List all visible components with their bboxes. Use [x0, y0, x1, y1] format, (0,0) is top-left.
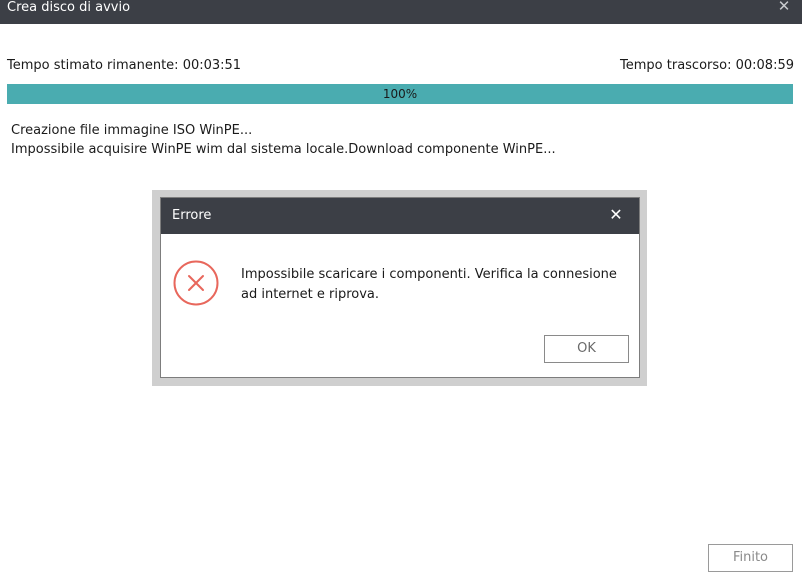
title-bar: Crea disco di avvio ✕	[0, 0, 802, 24]
time-remaining: Tempo stimato rimanente: 00:03:51	[7, 58, 242, 73]
dialog-message: Impossibile scaricare i componenti. Veri…	[241, 267, 617, 302]
boot-disk-window: Crea disco di avvio ✕ Tempo stimato rima…	[0, 0, 802, 585]
dialog-header: Errore ✕	[161, 198, 639, 234]
window-title: Crea disco di avvio	[7, 0, 131, 15]
error-dialog: Errore ✕ Impossibile scaricare i compone…	[160, 197, 640, 378]
error-x-icon	[173, 260, 219, 306]
log-output: Creazione file immagine ISO WinPE... Imp…	[11, 121, 556, 159]
finish-button[interactable]: Finito	[708, 544, 793, 572]
time-elapsed: Tempo trascorso: 00:08:59	[620, 58, 794, 73]
close-icon[interactable]: ✕	[776, 0, 792, 16]
progress-bar: 100%	[7, 84, 793, 104]
progress-label: 100%	[382, 87, 418, 101]
dialog-title: Errore	[172, 208, 212, 223]
log-line: Impossibile acquisire WinPE wim dal sist…	[11, 142, 556, 157]
ok-button[interactable]: OK	[544, 335, 629, 363]
dialog-close-icon[interactable]: ✕	[607, 206, 625, 224]
log-line: Creazione file immagine ISO WinPE...	[11, 123, 253, 138]
